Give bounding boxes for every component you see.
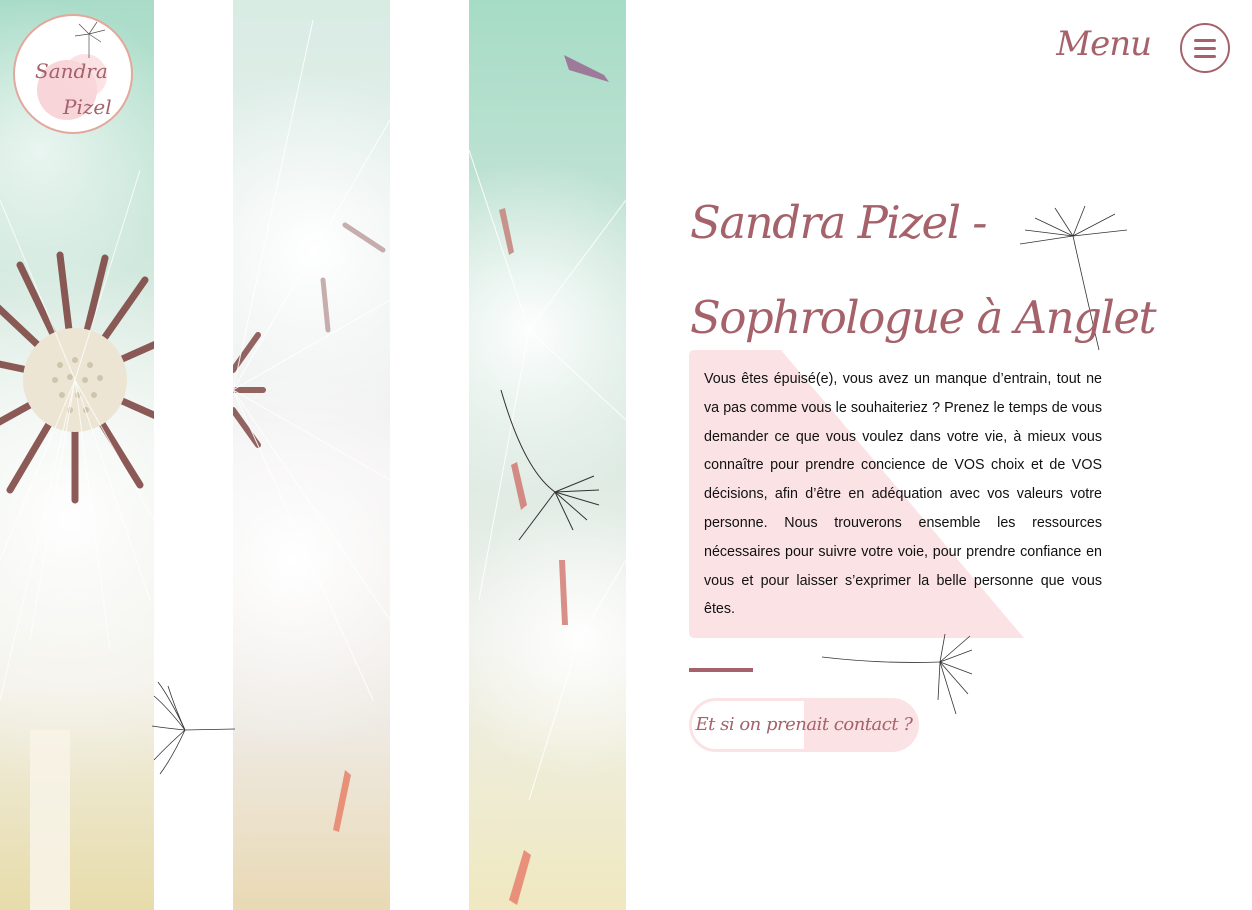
menu-label[interactable]: Menu (1056, 24, 1152, 64)
page-title: Sandra Pizel - Sophrologue à Anglet (690, 196, 1157, 344)
hero-image-strip-3 (469, 0, 626, 910)
hamburger-menu-icon (1194, 39, 1216, 42)
logo-graphic: Sandra Pizel (35, 21, 112, 120)
hamburger-menu-icon-bar (1194, 47, 1216, 50)
dandelion-seed-icon (151, 681, 236, 775)
dandelion-photo (233, 0, 390, 910)
logo-line-1: Sandra (35, 59, 108, 83)
contact-cta-button[interactable]: Et si on prenait contact ? (689, 698, 919, 752)
contact-cta-label: Et si on prenait contact ? (695, 714, 913, 735)
hamburger-menu-icon-bar (1194, 55, 1216, 58)
menu-button[interactable] (1180, 23, 1230, 73)
intro-paragraph: Vous êtes épuisé(e), vous avez un manque… (704, 371, 1102, 618)
hero-image-strip-1 (0, 0, 154, 910)
accent-divider (689, 668, 753, 672)
hero-image-strip-2 (233, 0, 390, 910)
logo-line-2: Pizel (62, 95, 112, 119)
dandelion-photo (469, 0, 626, 910)
site-logo[interactable]: Sandra Pizel (13, 14, 133, 134)
dandelion-photo (0, 0, 154, 910)
page: Sandra Pizel Menu Sandra Pizel - Sophrol… (0, 0, 1252, 910)
